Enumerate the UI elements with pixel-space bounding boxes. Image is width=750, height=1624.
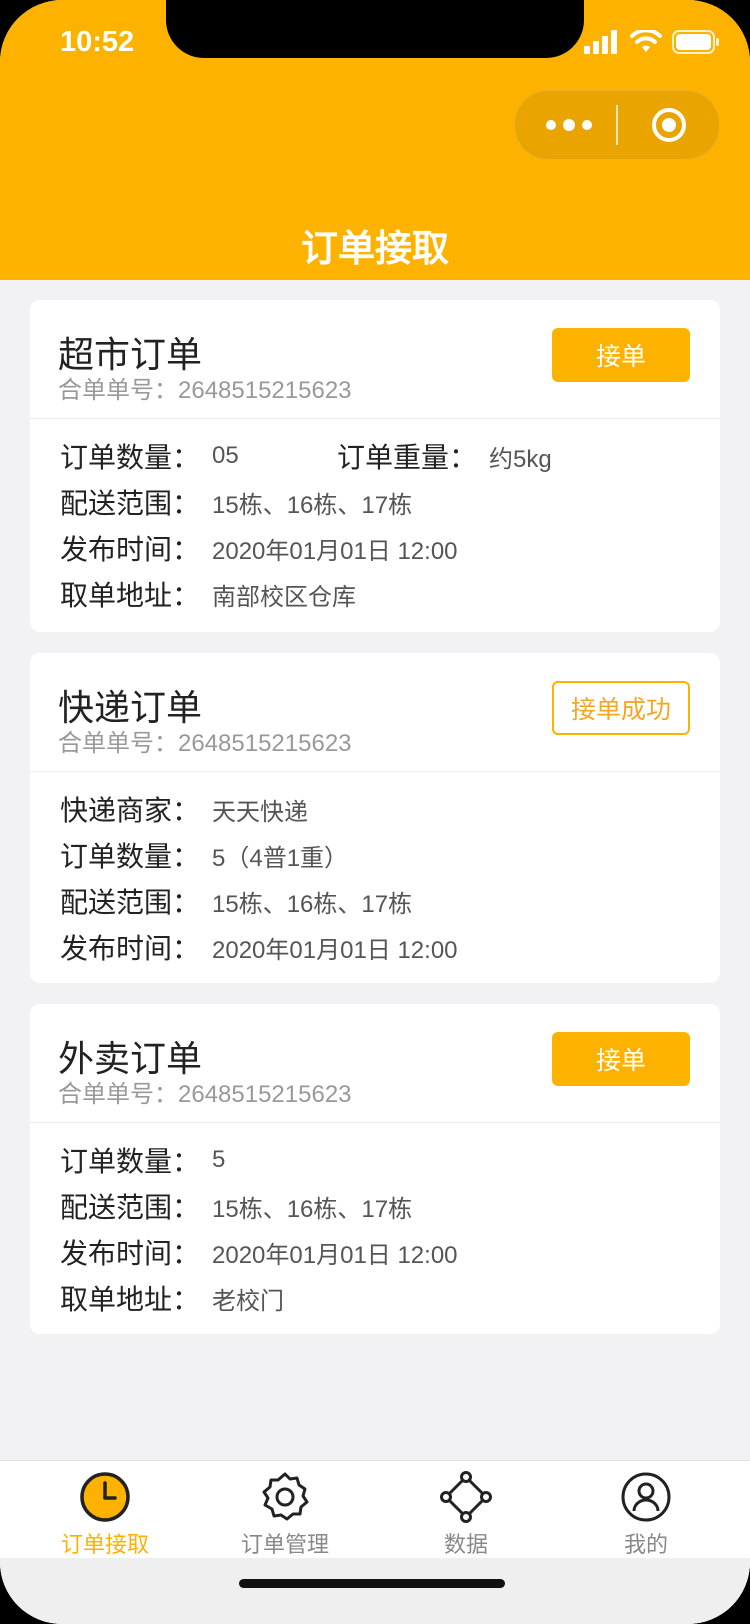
field-row: 发布时间： 2020年01月01日 12:00 bbox=[60, 924, 720, 970]
more-icon[interactable] bbox=[545, 113, 593, 137]
field-row: 配送范围： 15栋、16栋、17栋 bbox=[60, 479, 720, 525]
card-body: 订单数量： 5 配送范围： 15栋、16栋、17栋 发布时间： 2020年01月… bbox=[30, 1123, 720, 1321]
tab-label: 订单管理 bbox=[240, 1533, 329, 1558]
field-value: 2020年01月01日 12:00 bbox=[212, 1241, 458, 1269]
battery-icon bbox=[672, 30, 719, 54]
field-value: 2020年01月01日 12:00 bbox=[212, 537, 458, 565]
card-body: 快递商家： 天天快递 订单数量： 5（4普1重） 配送范围： 15栋、16栋、1… bbox=[30, 772, 720, 970]
field-label: 取单地址： bbox=[60, 579, 201, 612]
tab-label: 订单接取 bbox=[60, 1533, 149, 1558]
tab-label: 数据 bbox=[443, 1533, 488, 1558]
card-header: 快递订单 合单单号：2648515215623 接单成功 bbox=[30, 653, 720, 772]
order-card-express: 快递订单 合单单号：2648515215623 接单成功 快递商家： 天天快递 … bbox=[30, 653, 720, 983]
field-row: 订单数量： 5（4普1重） bbox=[60, 832, 720, 878]
field-value: 5（4普1重） bbox=[212, 844, 349, 872]
status-icons bbox=[584, 30, 720, 54]
home-indicator-area bbox=[0, 1558, 750, 1624]
order-number: 合单单号：2648515215623 bbox=[58, 1081, 352, 1108]
card-header: 外卖订单 合单单号：2648515215623 接单 bbox=[30, 1004, 720, 1123]
field-value: 5 bbox=[212, 1146, 226, 1173]
clock-icon bbox=[80, 1472, 130, 1522]
page-title: 订单接取 bbox=[301, 227, 449, 270]
tab-order-pickup[interactable]: 订单接取 bbox=[35, 1471, 175, 1559]
card-header: 超市订单 合单单号：2648515215623 接单 bbox=[30, 300, 720, 419]
field-row: 配送范围： 15栋、16栋、17栋 bbox=[60, 878, 720, 924]
field-row: 订单数量： 5 bbox=[60, 1137, 720, 1183]
field-label: 取单地址： bbox=[60, 1283, 201, 1316]
field-label: 配送范围： bbox=[60, 1191, 201, 1224]
field-row: 发布时间： 2020年01月01日 12:00 bbox=[60, 525, 720, 571]
header-bar: 10:52 订单接取 bbox=[0, 0, 750, 280]
field-label: 发布时间： bbox=[60, 533, 201, 566]
user-icon bbox=[621, 1472, 671, 1522]
network-icon bbox=[440, 1471, 492, 1523]
field-value: 天天快递 bbox=[212, 798, 309, 826]
accept-button[interactable]: 接单 bbox=[552, 1032, 690, 1086]
field-label: 订单数量： bbox=[60, 840, 201, 873]
tab-mine[interactable]: 我的 bbox=[576, 1471, 716, 1559]
field-label: 订单重量： bbox=[337, 441, 478, 474]
accepted-button[interactable]: 接单成功 bbox=[552, 681, 690, 735]
field-value: 15栋、16栋、17栋 bbox=[212, 1195, 413, 1223]
signal-icon bbox=[584, 30, 617, 54]
gear-icon bbox=[262, 1472, 309, 1521]
field-row: 快递商家： 天天快递 bbox=[60, 786, 720, 832]
field-row: 取单地址： 老校门 bbox=[60, 1275, 720, 1321]
wifi-icon bbox=[630, 30, 662, 52]
status-time: 10:52 bbox=[60, 26, 135, 58]
field-value: 约5kg bbox=[489, 445, 552, 473]
card-body: 订单数量： 05 订单重量： 约5kg 配送范围： 15栋、16栋、17栋 发布… bbox=[30, 419, 720, 617]
order-card-takeout: 外卖订单 合单单号：2648515215623 接单 订单数量： 5 配送范围：… bbox=[30, 1004, 720, 1334]
tab-data[interactable]: 数据 bbox=[396, 1471, 536, 1559]
phone-screen: 10:52 订单接取 超市订单 合单单号：2648515215623 接单 订单… bbox=[0, 0, 750, 1624]
field-row: 订单数量： 05 订单重量： 约5kg bbox=[60, 433, 720, 479]
order-card-supermarket: 超市订单 合单单号：2648515215623 接单 订单数量： 05 订单重量… bbox=[30, 300, 720, 632]
capsule-divider bbox=[616, 105, 618, 145]
field-label: 配送范围： bbox=[60, 487, 201, 520]
field-label: 订单数量： bbox=[60, 441, 201, 474]
tab-order-manage[interactable]: 订单管理 bbox=[215, 1471, 355, 1559]
field-value: 15栋、16栋、17栋 bbox=[212, 890, 413, 918]
field-label: 订单数量： bbox=[60, 1145, 201, 1178]
tab-label: 我的 bbox=[623, 1533, 668, 1558]
field-label: 发布时间： bbox=[60, 1237, 201, 1270]
order-number: 合单单号：2648515215623 bbox=[58, 377, 352, 404]
field-label: 配送范围： bbox=[60, 886, 201, 919]
field-value: 15栋、16栋、17栋 bbox=[212, 491, 413, 519]
mini-program-capsule bbox=[514, 90, 720, 160]
field-value: 2020年01月01日 12:00 bbox=[212, 936, 458, 964]
order-number: 合单单号：2648515215623 bbox=[58, 730, 352, 757]
home-indicator[interactable] bbox=[239, 1579, 505, 1588]
notch bbox=[166, 0, 584, 58]
field-row: 取单地址： 南部校区仓库 bbox=[60, 571, 720, 617]
field-value: 南部校区仓库 bbox=[212, 583, 357, 611]
field-label: 快递商家： bbox=[60, 794, 201, 827]
field-value: 老校门 bbox=[212, 1287, 285, 1315]
field-row: 配送范围： 15栋、16栋、17栋 bbox=[60, 1183, 720, 1229]
accept-button[interactable]: 接单 bbox=[552, 328, 690, 382]
close-target-icon[interactable] bbox=[651, 107, 687, 143]
field-row: 发布时间： 2020年01月01日 12:00 bbox=[60, 1229, 720, 1275]
field-value: 05 bbox=[212, 442, 239, 469]
field-label: 发布时间： bbox=[60, 932, 201, 965]
